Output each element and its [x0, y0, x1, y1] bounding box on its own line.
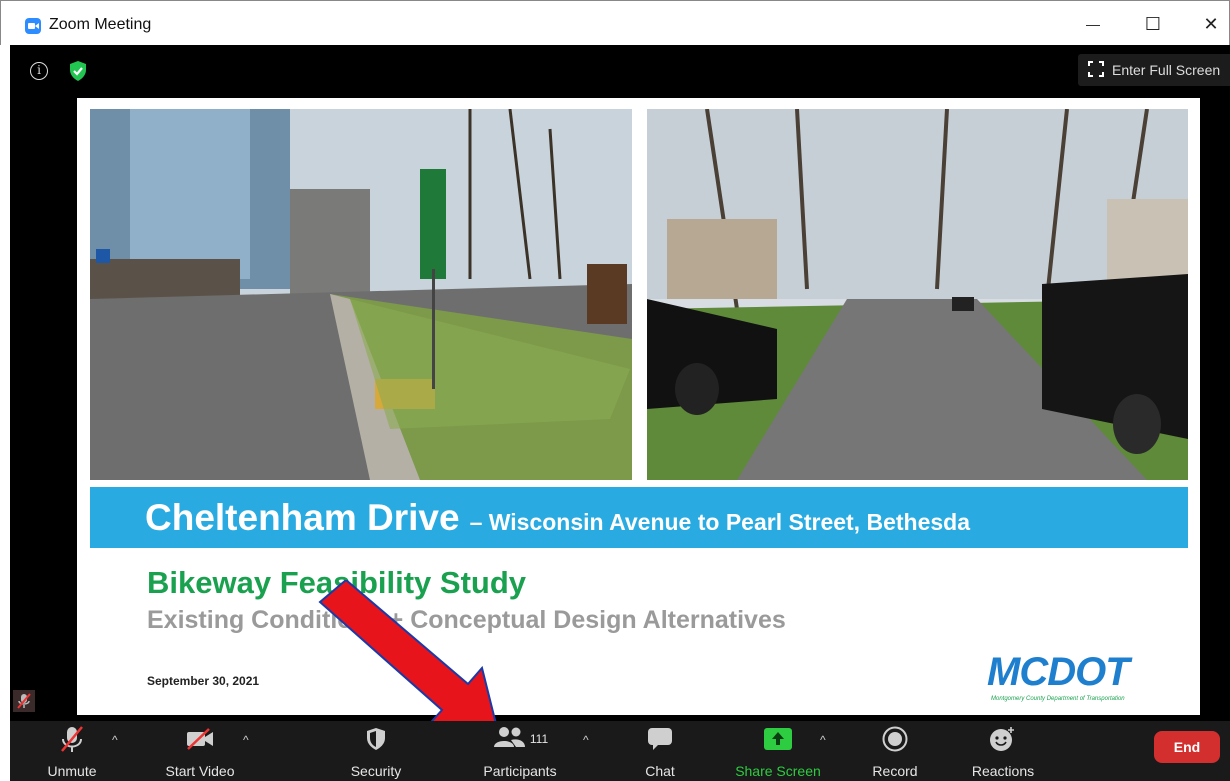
chat-bubble-icon — [647, 721, 673, 757]
share-screen-icon — [764, 721, 792, 757]
meeting-info-icon[interactable]: i — [30, 62, 48, 80]
participants-label: Participants — [483, 763, 557, 779]
reactions-button[interactable]: Reactions — [965, 721, 1041, 781]
minimize-button[interactable]: — — [1078, 9, 1108, 39]
security-shield-icon — [366, 721, 386, 757]
participants-button[interactable]: 111 Participants — [472, 721, 568, 781]
slide-title-main: Cheltenham Drive — [145, 497, 460, 538]
muted-microphone-icon — [59, 721, 85, 757]
close-button[interactable]: ✕ — [1196, 9, 1226, 39]
video-off-icon — [185, 721, 215, 757]
mcdot-logo-text: MCDOT — [987, 650, 1130, 694]
audio-options-caret-icon[interactable]: ^ — [112, 733, 118, 747]
record-icon — [882, 721, 908, 757]
chat-label: Chat — [645, 763, 675, 779]
share-screen-options-caret-icon[interactable]: ^ — [820, 733, 826, 747]
fullscreen-icon — [1088, 60, 1104, 80]
share-screen-label: Share Screen — [735, 763, 821, 779]
street-photo-right — [647, 109, 1188, 480]
zoom-app-icon — [25, 18, 41, 34]
participants-icon — [492, 726, 526, 753]
record-button[interactable]: Record — [865, 721, 925, 781]
unmute-label: Unmute — [47, 763, 97, 779]
slide-title-banner: Cheltenham Drive – Wisconsin Avenue to Pe… — [90, 487, 1188, 548]
presentation-slide: Cheltenham Drive – Wisconsin Avenue to Pe… — [77, 98, 1200, 715]
end-meeting-button[interactable]: End — [1154, 731, 1220, 763]
participants-count: 111 — [529, 732, 549, 746]
slide-date: September 30, 2021 — [147, 674, 260, 688]
study-title: Bikeway Feasibility Study — [147, 565, 527, 600]
start-video-button[interactable]: Start Video — [155, 721, 245, 781]
slide-title: Cheltenham Drive – Wisconsin Avenue to Pe… — [145, 497, 970, 539]
meeting-toolbar: Unmute ^ Start Video ^ Security 111 Part… — [10, 721, 1230, 781]
video-options-caret-icon[interactable]: ^ — [243, 733, 249, 747]
participants-icon-group: 111 — [492, 721, 548, 757]
chat-button[interactable]: Chat — [630, 721, 690, 781]
start-video-label: Start Video — [165, 763, 235, 779]
reactions-label: Reactions — [971, 763, 1035, 779]
window-left-border — [0, 45, 10, 781]
reactions-smiley-icon — [989, 721, 1017, 757]
window-titlebar: Zoom Meeting — ☐ ✕ — [0, 0, 1230, 45]
mcdot-logo-tagline: Montgomery County Department of Transpor… — [991, 696, 1125, 702]
security-label: Security — [350, 763, 402, 779]
slide-title-subtitle: – Wisconsin Avenue to Pearl Street, Beth… — [469, 509, 971, 535]
share-screen-button[interactable]: Share Screen — [728, 721, 828, 781]
muted-mic-indicator-icon — [13, 690, 35, 712]
record-label: Record — [872, 763, 918, 779]
enter-full-screen-button[interactable]: Enter Full Screen — [1078, 54, 1230, 86]
street-photo-left — [90, 109, 632, 480]
encryption-shield-icon[interactable] — [68, 60, 88, 87]
unmute-button[interactable]: Unmute — [42, 721, 102, 781]
window-title: Zoom Meeting — [49, 16, 152, 33]
security-button[interactable]: Security — [340, 721, 412, 781]
mcdot-logo: MCDOT Montgomery County Department of Tr… — [987, 650, 1157, 708]
participants-options-caret-icon[interactable]: ^ — [583, 733, 589, 747]
study-subtitle: Existing Conditions + Conceptual Design … — [147, 606, 786, 634]
maximize-button[interactable]: ☐ — [1138, 9, 1168, 39]
fullscreen-label: Enter Full Screen — [1112, 62, 1221, 78]
